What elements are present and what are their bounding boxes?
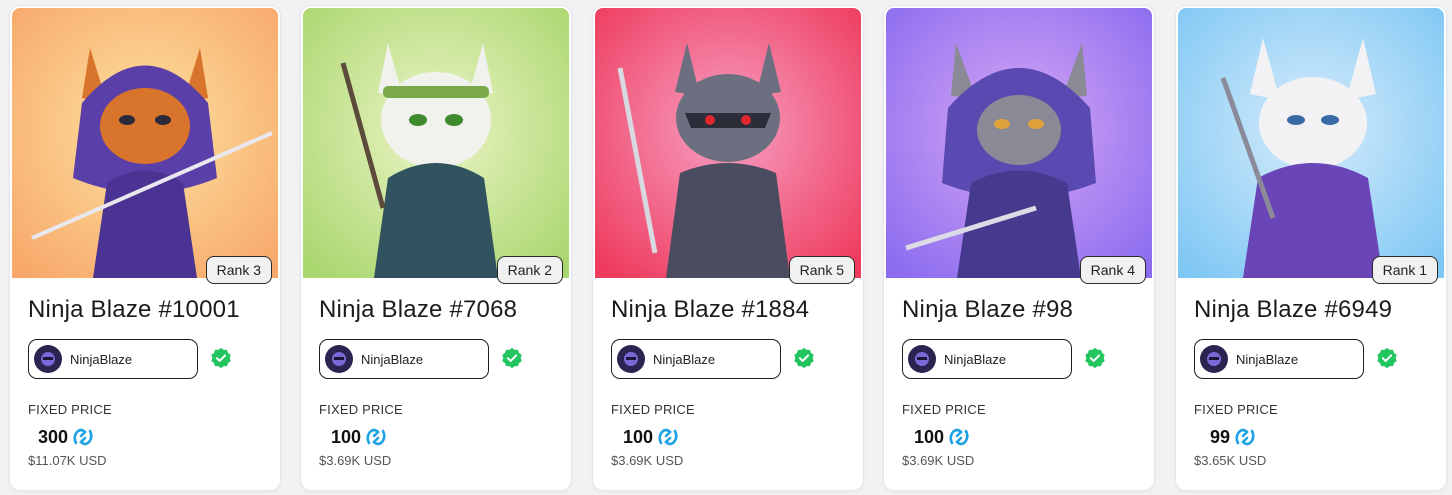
creator-avatar <box>325 345 353 373</box>
nft-card[interactable]: Rank 2 Ninja Blaze #7068 NinjaBlaze FIXE… <box>301 6 571 490</box>
ninja-white-fox-image <box>1178 8 1444 278</box>
nft-artwork[interactable] <box>303 8 569 278</box>
rank-badge: Rank 5 <box>788 256 855 284</box>
ninja-raccoon-image <box>595 8 861 278</box>
creator-chip[interactable]: NinjaBlaze <box>319 339 489 379</box>
nft-card[interactable]: Rank 3 Ninja Blaze #10001 NinjaBlaze FIX… <box>10 6 280 490</box>
price-value: 100 <box>623 424 681 450</box>
creator-chip[interactable]: NinjaBlaze <box>902 339 1072 379</box>
nft-card[interactable]: Rank 5 Ninja Blaze #1884 NinjaBlaze FIXE… <box>593 6 863 490</box>
creator-avatar <box>1200 345 1228 373</box>
creator-chip[interactable]: NinjaBlaze <box>1194 339 1364 379</box>
price-value: 100 <box>914 424 972 450</box>
verified-badge-icon <box>1085 347 1105 369</box>
creator-name: NinjaBlaze <box>1236 351 1299 367</box>
price-label: FIXED PRICE <box>28 402 112 417</box>
price-amount: 100 <box>331 426 362 447</box>
nft-card[interactable]: Rank 1 Ninja Blaze #6949 NinjaBlaze FIXE… <box>1176 6 1446 490</box>
verified-badge-icon <box>211 347 231 369</box>
nft-title[interactable]: Ninja Blaze #10001 <box>28 296 240 324</box>
nft-title[interactable]: Ninja Blaze #1884 <box>611 296 809 324</box>
nft-card-row: Rank 3 Ninja Blaze #10001 NinjaBlaze FIX… <box>0 0 1452 495</box>
usd-value: $11.07K USD <box>28 453 107 468</box>
ninja-avatar-icon <box>1207 352 1221 366</box>
ninja-avatar-icon <box>41 352 55 366</box>
nft-title[interactable]: Ninja Blaze #7068 <box>319 296 517 324</box>
usd-value: $3.69K USD <box>319 453 392 468</box>
rank-badge: Rank 4 <box>1079 256 1146 284</box>
price-amount: 100 <box>914 426 945 447</box>
ninja-fox-image <box>12 8 278 278</box>
crypto-coin-icon <box>73 428 93 446</box>
creator-chip[interactable]: NinjaBlaze <box>28 339 198 379</box>
verified-badge-icon <box>1377 347 1397 369</box>
ninja-avatar-icon <box>624 352 638 366</box>
price-value: 300 <box>38 424 96 450</box>
usd-value: $3.69K USD <box>611 453 684 468</box>
price-value: 100 <box>331 424 389 450</box>
creator-avatar <box>617 345 645 373</box>
rank-badge: Rank 1 <box>1371 256 1438 284</box>
nft-artwork[interactable] <box>886 8 1152 278</box>
ninja-avatar-icon <box>915 352 929 366</box>
usd-value: $3.65K USD <box>1194 453 1267 468</box>
nft-artwork[interactable] <box>12 8 278 278</box>
price-amount: 99 <box>1210 426 1231 447</box>
price-label: FIXED PRICE <box>1194 402 1278 417</box>
creator-avatar <box>908 345 936 373</box>
price-label: FIXED PRICE <box>319 402 403 417</box>
usd-value: $3.69K USD <box>902 453 975 468</box>
price-amount: 100 <box>623 426 654 447</box>
crypto-coin-icon <box>366 428 386 446</box>
creator-name: NinjaBlaze <box>70 351 133 367</box>
rank-badge: Rank 3 <box>205 256 272 284</box>
nft-title[interactable]: Ninja Blaze #6949 <box>1194 296 1392 324</box>
price-amount: 300 <box>38 426 69 447</box>
price-label: FIXED PRICE <box>902 402 986 417</box>
rank-badge: Rank 2 <box>496 256 563 284</box>
crypto-coin-icon <box>949 428 969 446</box>
creator-name: NinjaBlaze <box>361 351 424 367</box>
creator-chip[interactable]: NinjaBlaze <box>611 339 781 379</box>
nft-artwork[interactable] <box>595 8 861 278</box>
price-label: FIXED PRICE <box>611 402 695 417</box>
ninja-wolf-image <box>886 8 1152 278</box>
crypto-coin-icon <box>658 428 678 446</box>
nft-card[interactable]: Rank 4 Ninja Blaze #98 NinjaBlaze FIXED … <box>884 6 1154 490</box>
ninja-avatar-icon <box>332 352 346 366</box>
price-value: 99 <box>1210 424 1258 450</box>
verified-badge-icon <box>794 347 814 369</box>
creator-name: NinjaBlaze <box>944 351 1007 367</box>
crypto-coin-icon <box>1235 428 1255 446</box>
nft-title[interactable]: Ninja Blaze #98 <box>902 296 1073 324</box>
creator-name: NinjaBlaze <box>653 351 716 367</box>
verified-badge-icon <box>502 347 522 369</box>
ninja-cat-image <box>303 8 569 278</box>
creator-avatar <box>34 345 62 373</box>
nft-artwork[interactable] <box>1178 8 1444 278</box>
